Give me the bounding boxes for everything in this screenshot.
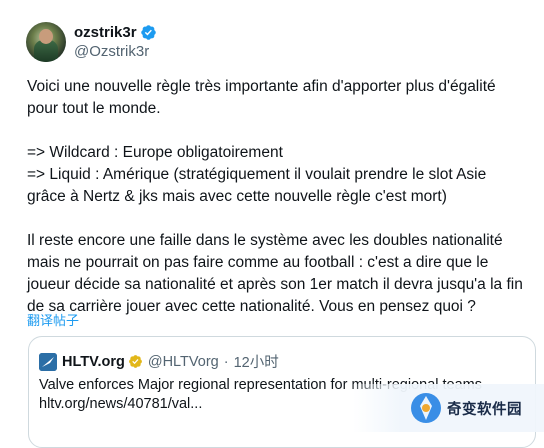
tweet-line: mais ne pourrait on pas faire comme au f… bbox=[27, 254, 489, 271]
display-name-row: ozstrik3r bbox=[74, 23, 157, 42]
quoted-display-name[interactable]: HLTV.org bbox=[62, 354, 125, 370]
quoted-handle[interactable]: @HLTVorg bbox=[148, 354, 219, 370]
tweet-line: Il reste encore une faille dans le systè… bbox=[27, 232, 503, 249]
quoted-link-line[interactable]: hltv.org/news/40781/val... bbox=[39, 396, 202, 412]
avatar[interactable] bbox=[26, 22, 66, 62]
tweet-line: => Liquid : Amérique (stratégiquement il… bbox=[27, 166, 487, 183]
tweet-header: ozstrik3r @Ozstrik3r bbox=[26, 22, 157, 62]
tweet-text: Voici une nouvelle règle très importante… bbox=[27, 76, 527, 318]
tweet-line: => Wildcard : Europe obligatoirement bbox=[27, 144, 283, 161]
tweet-line: pour tout le monde. bbox=[27, 100, 161, 117]
display-name[interactable]: ozstrik3r bbox=[74, 23, 137, 42]
hltv-logo-icon bbox=[39, 352, 57, 371]
watermark-text: 奇变软件园 bbox=[447, 401, 522, 418]
affiliate-badge-icon bbox=[128, 355, 142, 368]
quoted-timestamp[interactable]: 12小时 bbox=[234, 351, 279, 372]
quoted-tweet-header: HLTV.org @HLTVorg · 12小时 bbox=[39, 351, 279, 372]
avatar-head bbox=[39, 29, 53, 44]
author-names: ozstrik3r @Ozstrik3r bbox=[74, 23, 157, 61]
tweet-line: grâce à Nertz & jks mais avec cette nouv… bbox=[27, 188, 447, 205]
tweet-line: joueur décide sa nationalité et après so… bbox=[27, 276, 523, 293]
watermark-logo-icon bbox=[411, 393, 441, 423]
meta-separator: · bbox=[223, 353, 229, 370]
watermark-overlay: 奇变软件园 bbox=[353, 384, 544, 432]
tweet-line: Voici une nouvelle règle très importante… bbox=[27, 78, 496, 95]
tweet-line: de sa carrière jouer avec cette national… bbox=[27, 298, 476, 315]
translate-post-link[interactable]: 翻译帖子 bbox=[27, 310, 79, 329]
handle[interactable]: @Ozstrik3r bbox=[74, 42, 157, 61]
verified-badge-icon bbox=[140, 25, 156, 40]
